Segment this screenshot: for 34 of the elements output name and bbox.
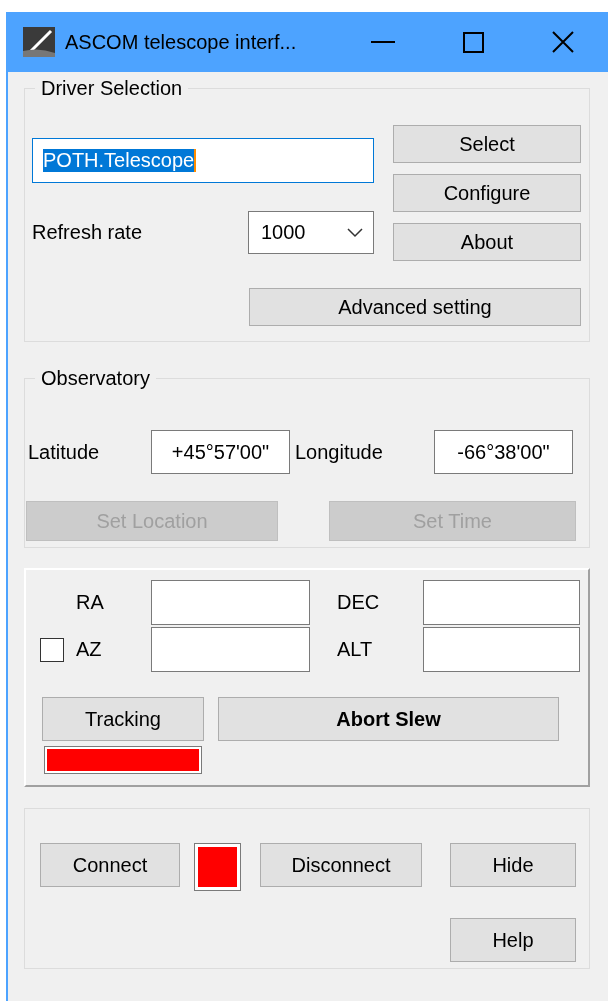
advanced-setting-button[interactable]: Advanced setting bbox=[249, 288, 581, 326]
latitude-field[interactable]: +45°57'00" bbox=[151, 430, 290, 474]
longitude-label: Longitude bbox=[295, 440, 384, 464]
window-title: ASCOM telescope interf... bbox=[65, 30, 298, 54]
group-title: Observatory bbox=[40, 366, 151, 390]
alt-field[interactable] bbox=[423, 627, 580, 672]
driver-field[interactable]: POTH.Telescope bbox=[32, 138, 374, 183]
help-button[interactable]: Help bbox=[450, 918, 576, 962]
maximize-icon[interactable] bbox=[462, 31, 484, 53]
close-icon[interactable] bbox=[552, 31, 574, 53]
dec-label: DEC bbox=[337, 591, 381, 614]
az-field[interactable] bbox=[151, 627, 310, 672]
app-icon bbox=[23, 27, 55, 57]
ra-label: RA bbox=[76, 591, 105, 614]
az-label: AZ bbox=[76, 638, 103, 661]
about-button[interactable]: About bbox=[393, 223, 581, 261]
connection-indicator bbox=[194, 843, 241, 891]
refresh-rate-label: Refresh rate bbox=[32, 221, 144, 244]
az-checkbox[interactable] bbox=[40, 637, 64, 662]
hide-button[interactable]: Hide bbox=[450, 843, 576, 887]
disconnect-button[interactable]: Disconnect bbox=[260, 843, 422, 887]
connect-button[interactable]: Connect bbox=[40, 843, 180, 887]
ra-field[interactable] bbox=[151, 580, 310, 625]
latitude-label: Latitude bbox=[28, 440, 101, 464]
tracking-button[interactable]: Tracking bbox=[42, 697, 204, 741]
refresh-rate-dropdown[interactable]: 1000 bbox=[248, 211, 374, 254]
select-button[interactable]: Select bbox=[393, 125, 581, 163]
chevron-down-icon bbox=[347, 227, 363, 238]
configure-button[interactable]: Configure bbox=[393, 174, 581, 212]
dec-field[interactable] bbox=[423, 580, 580, 625]
abort-slew-button[interactable]: Abort Slew bbox=[218, 697, 559, 741]
group-title: Driver Selection bbox=[40, 76, 184, 100]
longitude-field[interactable]: -66°38'00" bbox=[434, 430, 573, 474]
alt-label: ALT bbox=[337, 638, 374, 661]
